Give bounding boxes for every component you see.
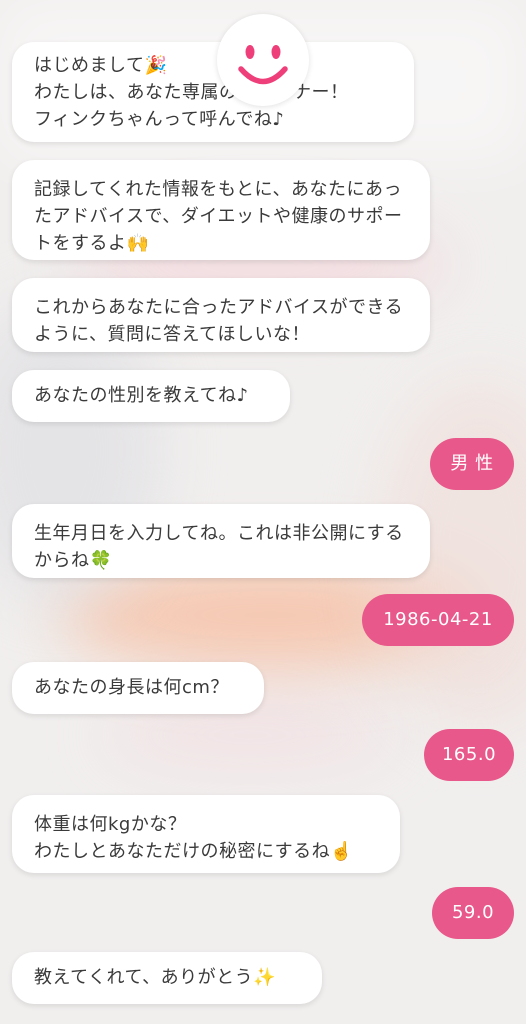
user-reply-weight: 59.0 [432,887,514,939]
user-reply-height: 165.0 [424,729,514,781]
bot-message: 生年月日を入力してね。これは非公開にするからね🍀 [12,504,430,578]
bot-message: あなたの性別を教えてね♪ [12,370,290,422]
user-reply-birthdate: 1986-04-21 [362,594,514,646]
bot-message: はじめまして🎉 わたしは、あなた専属のトレーナー！ フィンクちゃんって呼んでね♪ [12,42,414,142]
bot-message: 記録してくれた情報をもとに、あなたにあったアドバイスで、ダイエットや健康のサポー… [12,160,430,260]
bot-message: 教えてくれて、ありがとう✨ [12,952,322,1004]
bot-message: 体重は何kgかな？ わたしとあなただけの秘密にするね☝️ [12,795,400,873]
smiley-face-icon [238,45,288,85]
bot-message: これからあなたに合ったアドバイスができるように、質問に答えてほしいな！ [12,278,430,352]
user-reply-gender: 男 性 [430,438,514,490]
trainer-avatar [217,14,309,106]
bot-message: あなたの身長は何cm？ [12,662,264,714]
